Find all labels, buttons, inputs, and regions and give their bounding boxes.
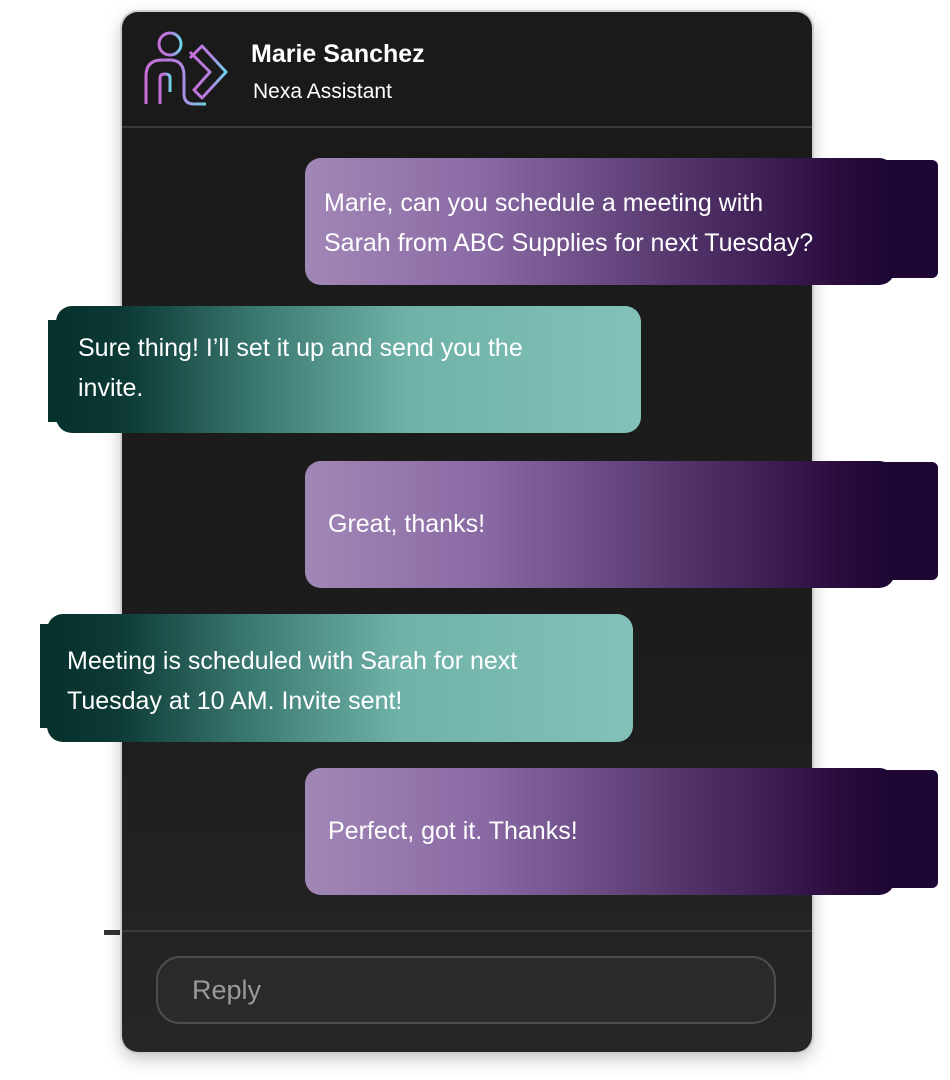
reply-placeholder: Reply — [192, 975, 262, 1005]
message-bubble-incoming: Meeting is scheduled with Sarah for next… — [47, 614, 633, 742]
reply-input[interactable]: Reply — [156, 956, 776, 1024]
message-bubble-outgoing: Great, thanks! — [305, 461, 895, 588]
message-text-line: Meeting is scheduled with Sarah for next — [67, 647, 518, 675]
chat-header: Marie Sanchez Nexa Assistant — [122, 12, 812, 128]
message-text-line: Perfect, got it. Thanks! — [328, 817, 578, 845]
contact-name: Marie Sanchez — [251, 40, 425, 68]
stage: Marie Sanchez Nexa Assistant Reply Marie… — [0, 0, 950, 1080]
message-text-line: Sarah from ABC Supplies for next Tuesday… — [324, 229, 814, 257]
contact-subtitle: Nexa Assistant — [253, 80, 392, 103]
message-bubble-outgoing: Perfect, got it. Thanks! — [305, 768, 895, 895]
decorative-dash — [104, 930, 122, 935]
composer-divider — [122, 930, 812, 932]
message-text-line: Great, thanks! — [328, 510, 486, 538]
nexa-logo-icon — [144, 31, 228, 106]
message-text-line: Sure thing! I’ll set it up and send you … — [78, 334, 523, 362]
message-bubble-incoming: Sure thing! I’ll set it up and send you … — [56, 306, 641, 433]
message-text-line: invite. — [78, 374, 144, 402]
message-text-line: Tuesday at 10 AM. Invite sent! — [67, 687, 403, 715]
message-text-line: Marie, can you schedule a meeting with — [324, 189, 764, 217]
message-bubble-outgoing: Marie, can you schedule a meeting with S… — [305, 158, 895, 285]
